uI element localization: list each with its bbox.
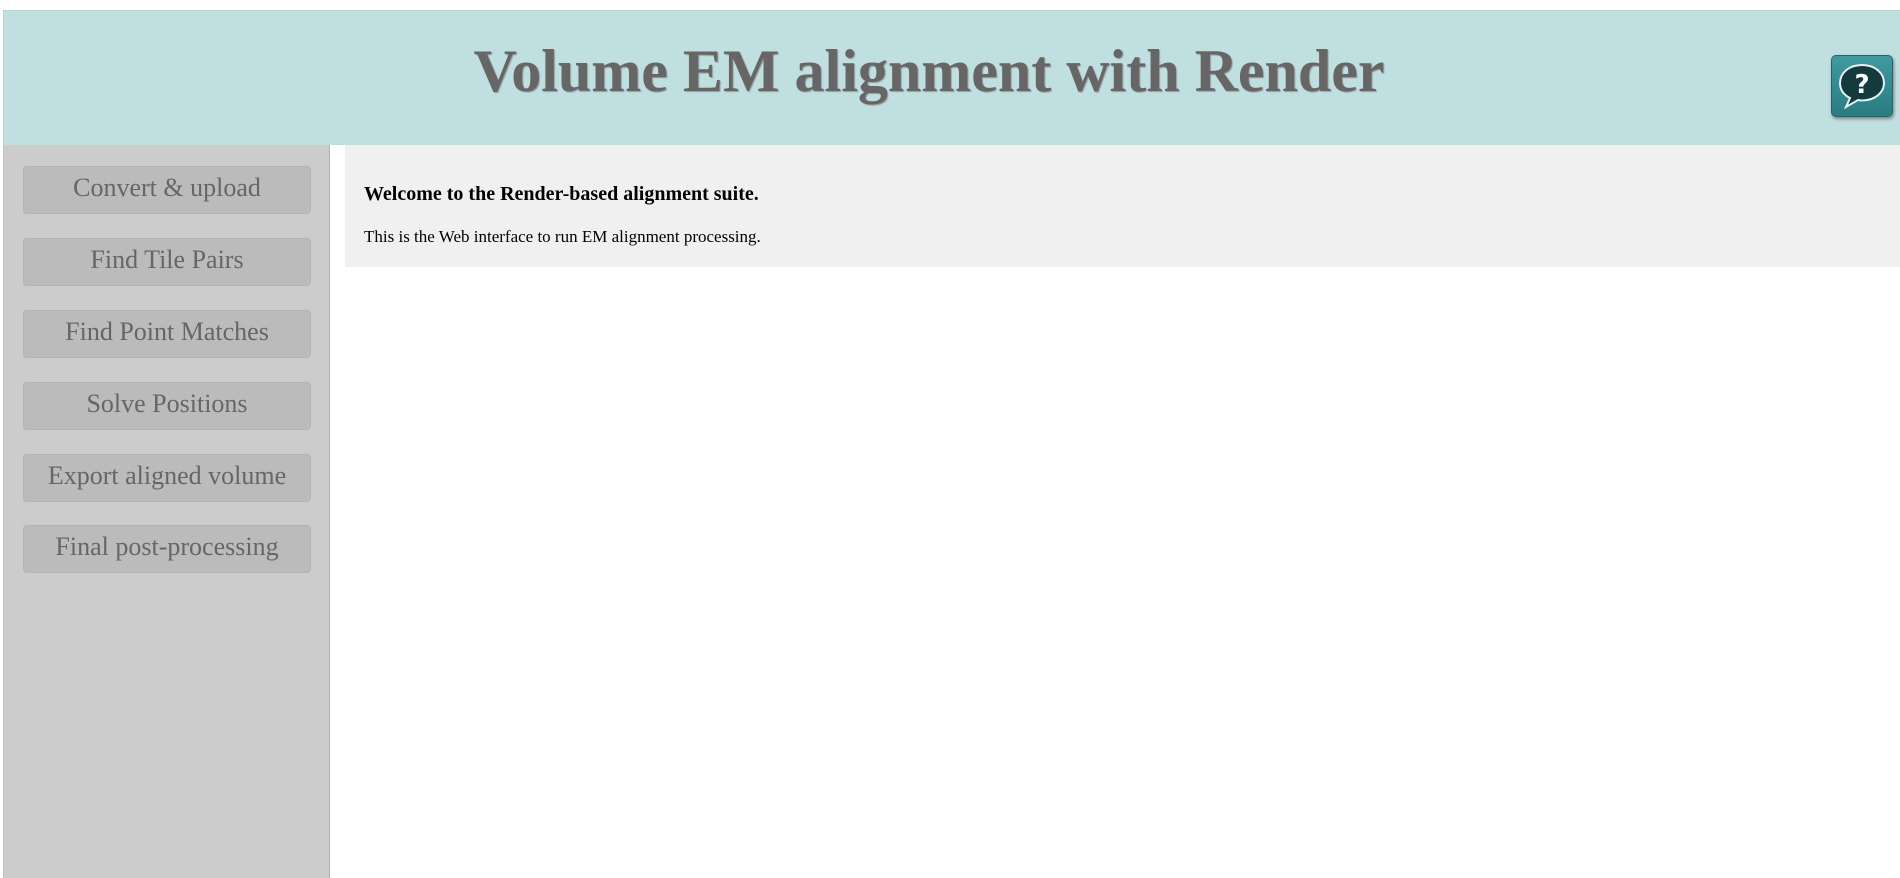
welcome-panel: Welcome to the Render-based alignment su… [345, 145, 1900, 267]
nav-solve-positions-button[interactable]: Solve Positions [23, 382, 311, 430]
help-button[interactable]: ? [1831, 55, 1893, 117]
nav-export-aligned-volume-button[interactable]: Export aligned volume [23, 454, 311, 502]
nav-find-tile-pairs-button[interactable]: Find Tile Pairs [23, 238, 311, 286]
help-question-bubble-icon: ? [1838, 63, 1886, 110]
app-page: Volume EM alignment with Render ? Conver… [0, 0, 1900, 878]
page-header: Volume EM alignment with Render ? [3, 10, 1900, 145]
svg-text:?: ? [1854, 70, 1869, 100]
welcome-description: This is the Web interface to run EM alig… [364, 227, 761, 246]
sidebar: Convert & upload Find Tile Pairs Find Po… [3, 145, 330, 878]
nav-find-point-matches-button[interactable]: Find Point Matches [23, 310, 311, 358]
welcome-heading: Welcome to the Render-based alignment su… [364, 183, 759, 205]
nav-convert-upload-button[interactable]: Convert & upload [23, 166, 311, 214]
page-title: Volume EM alignment with Render [473, 38, 1385, 104]
nav-final-post-processing-button[interactable]: Final post-processing [23, 525, 311, 573]
